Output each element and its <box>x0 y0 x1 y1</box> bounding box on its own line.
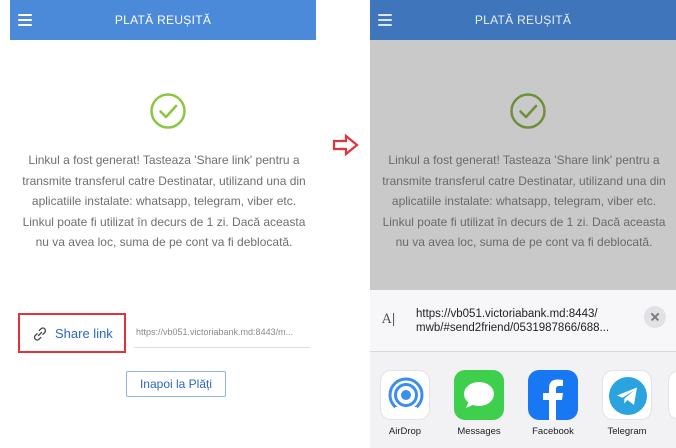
menu-icon[interactable] <box>18 11 34 27</box>
share-app-telegram[interactable]: Telegram <box>600 370 654 437</box>
page-title: PLATĂ REUȘITĂ <box>114 13 212 27</box>
share-app-airdrop[interactable]: AirDrop <box>378 370 432 437</box>
share-app-row: AirDrop Messages Facebook Telegram <box>370 362 676 448</box>
text-format-icon: A| <box>382 312 396 327</box>
share-link-label: Share link <box>55 326 113 341</box>
app-name: Facebook <box>532 426 574 437</box>
share-app-messages[interactable]: Messages <box>452 370 506 437</box>
back-to-payments-button[interactable]: Inapoi la Plăți <box>126 371 226 397</box>
payment-success-screen: PLATĂ REUȘITĂ Linkul a fost generat! Tas… <box>10 0 316 448</box>
app-name: M <box>666 426 676 437</box>
airdrop-icon <box>380 370 430 420</box>
share-link-button[interactable]: Share link <box>18 313 126 353</box>
page-title: PLATĂ REUȘITĂ <box>474 13 572 27</box>
generated-link-text: https://vb051.victoriabank.md:8443/m... <box>136 327 294 337</box>
messages-icon <box>454 370 504 420</box>
more-app-icon <box>668 370 676 420</box>
facebook-icon <box>528 370 578 420</box>
success-check-icon <box>150 93 186 129</box>
link-icon <box>33 327 47 341</box>
success-message: Linkul a fost generat! Tasteaza 'Share l… <box>382 153 666 249</box>
shared-url: https://vb051.victoriabank.md:8443/ mwb/… <box>416 307 642 335</box>
telegram-icon <box>602 370 652 420</box>
success-check-icon <box>510 93 546 129</box>
app-name: AirDrop <box>388 426 422 437</box>
close-icon[interactable] <box>644 306 666 328</box>
menu-icon <box>378 11 394 27</box>
share-sheet-header: A| https://vb051.victoriabank.md:8443/ m… <box>370 290 676 352</box>
shared-url-line-1: https://vb051.victoriabank.md:8443/ <box>416 308 598 320</box>
app-name: Telegram <box>607 426 647 437</box>
shared-url-line-2: mwb/#send2friend/0531987866/688... <box>416 322 610 334</box>
share-sheet-screen: PLATĂ REUȘITĂ Linkul a fost generat! Tas… <box>370 0 676 448</box>
app-header: PLATĂ REUȘITĂ <box>370 0 676 40</box>
share-app-facebook[interactable]: Facebook <box>526 370 580 437</box>
arrow-right-icon <box>332 133 359 157</box>
share-sheet: A| https://vb051.victoriabank.md:8443/ m… <box>370 290 676 448</box>
share-app-more[interactable]: M <box>666 370 676 437</box>
generated-link-field[interactable]: https://vb051.victoriabank.md:8443/m... <box>134 318 310 348</box>
app-header: PLATĂ REUȘITĂ <box>10 0 316 40</box>
dimmed-background: PLATĂ REUȘITĂ Linkul a fost generat! Tas… <box>370 0 676 290</box>
app-name: Messages <box>457 426 501 437</box>
success-message: Linkul a fost generat! Tasteaza 'Share l… <box>22 153 306 249</box>
share-row: Share link https://vb051.victoriabank.md… <box>18 313 316 353</box>
